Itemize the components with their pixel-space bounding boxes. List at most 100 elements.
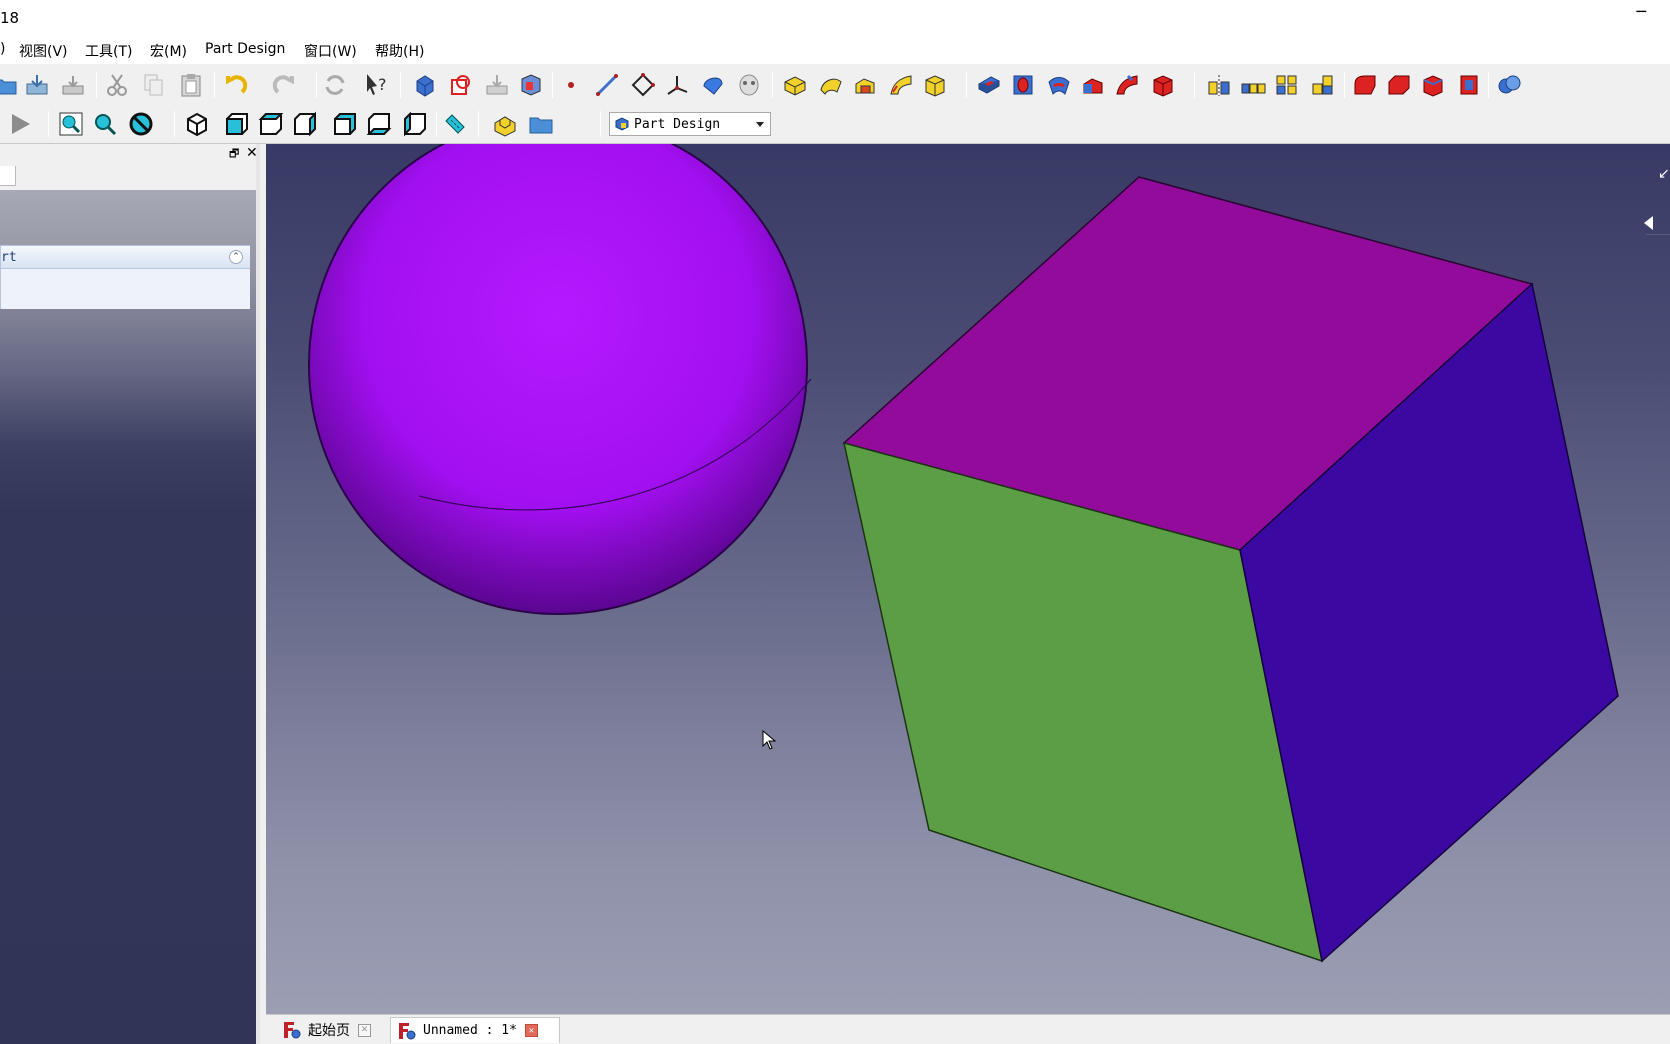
- navigation-cube-corner-icon[interactable]: ↙: [1658, 166, 1670, 182]
- view-bottom-icon[interactable]: [366, 111, 392, 137]
- sphere[interactable]: [308, 144, 808, 615]
- revolution-icon[interactable]: [818, 72, 844, 98]
- navigation-cube-rotate-left-icon[interactable]: [1644, 216, 1653, 230]
- collapse-icon[interactable]: ⌃: [229, 250, 243, 264]
- 3d-scene: [308, 144, 1619, 963]
- boolean-icon[interactable]: [1496, 72, 1522, 98]
- draft-icon[interactable]: [1420, 72, 1446, 98]
- draw-style-icon[interactable]: [128, 111, 154, 137]
- copy-icon[interactable]: [140, 72, 166, 98]
- title-bar: 18 ─: [0, 0, 1670, 34]
- play-macro-icon[interactable]: [8, 111, 34, 137]
- 3d-viewport[interactable]: ↙: [266, 144, 1670, 1014]
- linear-pattern-icon[interactable]: [1240, 72, 1266, 98]
- menu-help[interactable]: 帮助(H): [375, 41, 424, 61]
- datum-line-icon[interactable]: [594, 72, 620, 98]
- pad-icon[interactable]: [782, 72, 808, 98]
- toolbar-separator: [1194, 72, 1195, 98]
- additive-loft-icon[interactable]: [852, 72, 878, 98]
- groove-icon[interactable]: [1046, 72, 1072, 98]
- clone-icon[interactable]: [736, 72, 762, 98]
- toolbar-separator: [214, 72, 215, 98]
- freecad-icon: [284, 1022, 301, 1039]
- toolbar-separator: [400, 72, 401, 98]
- navigation-cube-edge: [1646, 234, 1670, 235]
- close-tab-icon[interactable]: ✕: [524, 1024, 538, 1037]
- menu-part-design[interactable]: Part Design: [205, 41, 285, 57]
- subtractive-pipe-icon[interactable]: [1114, 72, 1140, 98]
- mirrored-icon[interactable]: [1206, 72, 1232, 98]
- save-icon[interactable]: [24, 72, 50, 98]
- polar-pattern-icon[interactable]: [1274, 72, 1300, 98]
- view-top-icon[interactable]: [258, 111, 284, 137]
- shape-binder-icon[interactable]: [518, 72, 544, 98]
- additive-primitive-icon[interactable]: [922, 72, 948, 98]
- fit-selection-icon[interactable]: [92, 111, 118, 137]
- combo-view-header: 🗗 ✕: [0, 144, 260, 166]
- toolbar-separator: [1488, 72, 1489, 98]
- view-toolbar: Part Design: [0, 105, 1670, 232]
- toolbar-separator: [316, 72, 317, 98]
- undo-icon[interactable]: [222, 72, 248, 98]
- combo-view-tab[interactable]: [0, 166, 16, 186]
- menu-view[interactable]: 视图(V): [19, 41, 68, 61]
- thickness-icon[interactable]: [1456, 72, 1482, 98]
- redo-icon[interactable]: [272, 72, 298, 98]
- view-isometric-icon[interactable]: [184, 111, 210, 137]
- additive-pipe-icon[interactable]: [888, 72, 914, 98]
- pocket-icon[interactable]: [976, 72, 1002, 98]
- task-box-title: rt: [1, 250, 17, 265]
- refresh-icon[interactable]: [322, 72, 348, 98]
- toolbar-separator: [436, 111, 437, 137]
- local-coordinate-system-icon[interactable]: [664, 72, 690, 98]
- whats-this-icon[interactable]: ?: [364, 72, 390, 98]
- view-right-icon[interactable]: [292, 111, 318, 137]
- datum-point-icon[interactable]: [558, 72, 584, 98]
- panel-splitter[interactable]: [256, 144, 260, 1044]
- paste-icon[interactable]: [178, 72, 204, 98]
- task-box-header[interactable]: rt ⌃: [1, 246, 250, 269]
- fit-all-icon[interactable]: [58, 111, 84, 137]
- float-panel-button[interactable]: 🗗: [229, 148, 241, 160]
- cut-icon[interactable]: [104, 72, 130, 98]
- document-tab-bar: 起始页 ✕ Unnamed : 1* ✕: [266, 1014, 1670, 1044]
- menu-tools[interactable]: 工具(T): [85, 41, 132, 61]
- save-as-icon[interactable]: [60, 72, 86, 98]
- subtractive-loft-icon[interactable]: [1080, 72, 1106, 98]
- workbench-selector[interactable]: Part Design: [609, 112, 771, 136]
- datum-plane-icon[interactable]: [630, 72, 656, 98]
- multi-transform-icon[interactable]: [1310, 72, 1336, 98]
- toolbar-separator: [966, 72, 967, 98]
- validate-sketch-icon[interactable]: [484, 72, 510, 98]
- tab-unnamed-document-label: Unnamed : 1*: [423, 1023, 517, 1038]
- sub-shape-binder-icon[interactable]: [700, 72, 726, 98]
- minimize-button[interactable]: ─: [1636, 2, 1646, 21]
- menu-macro[interactable]: 宏(M): [150, 41, 187, 61]
- view-left-icon[interactable]: [402, 111, 428, 137]
- tab-start-page[interactable]: 起始页 ✕: [276, 1017, 388, 1043]
- create-sketch-icon[interactable]: [448, 72, 474, 98]
- create-group-icon[interactable]: [528, 111, 554, 137]
- tab-start-page-label: 起始页: [308, 1023, 350, 1039]
- hole-icon[interactable]: [1010, 72, 1036, 98]
- chamfer-icon[interactable]: [1386, 72, 1412, 98]
- view-rear-icon[interactable]: [332, 111, 358, 137]
- window-title: 18: [0, 9, 20, 27]
- mouse-cursor-icon: [762, 730, 776, 750]
- fillet-icon[interactable]: [1352, 72, 1378, 98]
- measure-distance-icon[interactable]: [442, 111, 468, 137]
- view-front-icon[interactable]: [224, 111, 250, 137]
- create-body-icon[interactable]: [412, 72, 438, 98]
- create-part-icon[interactable]: [492, 111, 518, 137]
- part-design-workbench-icon: [615, 117, 629, 131]
- menu-edit[interactable]: ): [0, 41, 5, 57]
- workbench-selector-value: Part Design: [634, 116, 721, 132]
- menu-bar: ) 视图(V) 工具(T) 宏(M) Part Design 窗口(W) 帮助(…: [0, 34, 1670, 64]
- subtractive-primitive-icon[interactable]: [1150, 72, 1176, 98]
- open-folder-icon[interactable]: [0, 72, 18, 98]
- menu-window[interactable]: 窗口(W): [304, 41, 357, 61]
- chevron-down-icon: [756, 122, 764, 127]
- task-box: rt ⌃: [0, 245, 250, 309]
- tab-unnamed-document[interactable]: Unnamed : 1* ✕: [390, 1017, 560, 1043]
- close-tab-icon[interactable]: ✕: [358, 1023, 371, 1037]
